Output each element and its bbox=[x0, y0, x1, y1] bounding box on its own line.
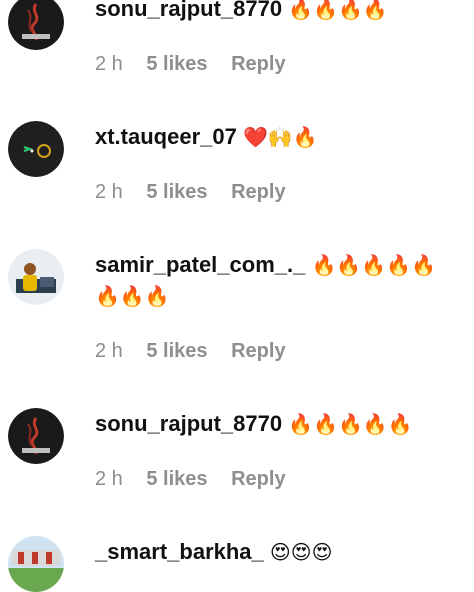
username-link[interactable]: sonu_rajput_8770 bbox=[95, 411, 282, 436]
comment-text-continued: 🔥🔥🔥 bbox=[95, 283, 468, 309]
comment-meta: 2 h 5 likes Reply bbox=[95, 180, 304, 204]
username-link[interactable]: sonu_rajput_8770 bbox=[95, 0, 282, 21]
username-link[interactable]: samir_patel_com_._ bbox=[95, 252, 305, 277]
timestamp: 2 h bbox=[95, 468, 123, 490]
likes-count[interactable]: 5 likes bbox=[146, 468, 207, 490]
emoji-text: 🔥🔥🔥 bbox=[95, 284, 170, 308]
comment-text: xt.tauqeer_07 ❤️🙌🔥 bbox=[95, 124, 468, 150]
reply-button[interactable]: Reply bbox=[231, 53, 285, 75]
timestamp: 2 h bbox=[95, 53, 123, 75]
likes-count[interactable]: 5 likes bbox=[146, 340, 207, 362]
avatar[interactable] bbox=[8, 0, 64, 50]
comment-meta: 2 h 5 likes Reply bbox=[95, 52, 304, 76]
reply-button[interactable]: Reply bbox=[231, 468, 285, 490]
avatar[interactable] bbox=[8, 121, 64, 177]
emoji-text: 🔥🔥🔥🔥 bbox=[288, 0, 388, 21]
timestamp: 2 h bbox=[95, 340, 123, 362]
emoji-text: 😍😍😍 bbox=[269, 540, 333, 564]
likes-count[interactable]: 5 likes bbox=[146, 181, 207, 203]
emoji-text: 🔥🔥🔥🔥🔥 bbox=[311, 253, 436, 277]
comment-text: _smart_barkha_ 😍😍😍 bbox=[95, 539, 468, 565]
comment-meta: 2 h 5 likes Reply bbox=[95, 339, 304, 363]
avatar[interactable] bbox=[8, 249, 64, 305]
emoji-text: ❤️🙌🔥 bbox=[242, 125, 318, 149]
comment-text: samir_patel_com_._ 🔥🔥🔥🔥🔥 bbox=[95, 252, 468, 278]
timestamp: 2 h bbox=[95, 181, 123, 203]
avatar[interactable] bbox=[8, 408, 64, 464]
emoji-text: 🔥🔥🔥🔥🔥 bbox=[288, 412, 413, 436]
comment-text: sonu_rajput_8770 🔥🔥🔥🔥🔥 bbox=[95, 411, 468, 437]
reply-button[interactable]: Reply bbox=[231, 340, 285, 362]
username-link[interactable]: xt.tauqeer_07 bbox=[95, 124, 237, 149]
likes-count[interactable]: 5 likes bbox=[146, 53, 207, 75]
comment-text: sonu_rajput_8770 🔥🔥🔥🔥 bbox=[95, 0, 468, 22]
username-link[interactable]: _smart_barkha_ bbox=[95, 539, 264, 564]
reply-button[interactable]: Reply bbox=[231, 181, 285, 203]
comment-meta: 2 h 5 likes Reply bbox=[95, 467, 304, 491]
